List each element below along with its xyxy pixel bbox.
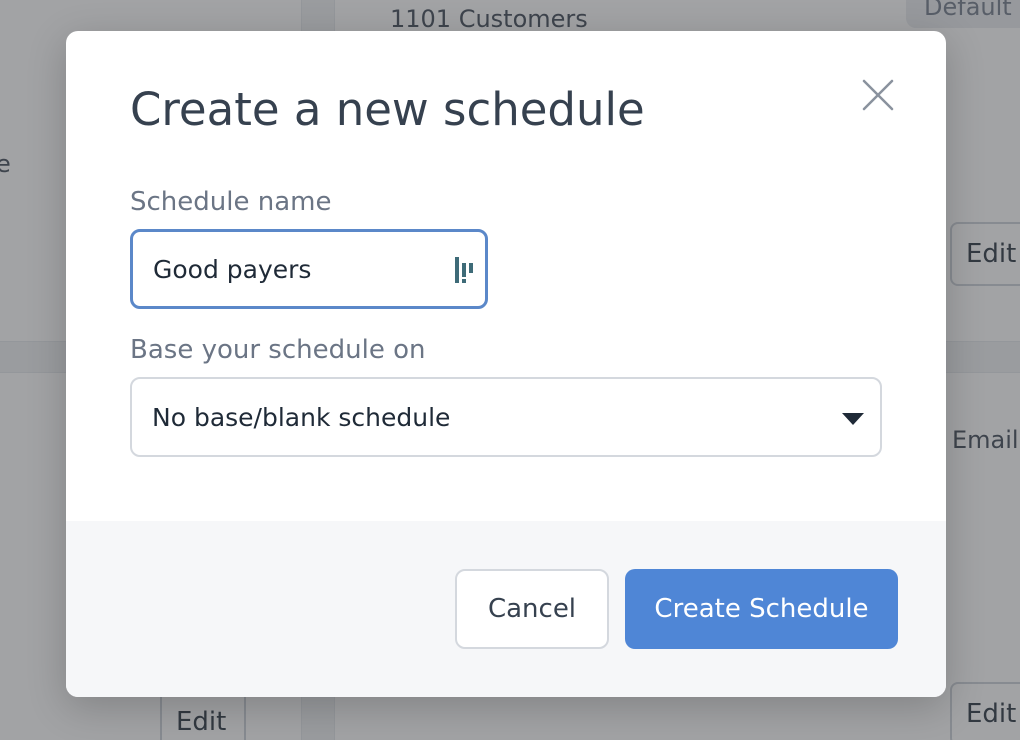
dialog-title: Create a new schedule — [130, 83, 645, 136]
close-button[interactable] — [856, 73, 900, 117]
dialog-footer: Cancel Create Schedule — [66, 521, 946, 697]
create-schedule-dialog: Create a new schedule Schedule name Base… — [66, 31, 946, 697]
close-icon — [862, 79, 894, 111]
schedule-name-field — [130, 229, 488, 309]
autofill-extension-icon[interactable] — [453, 255, 479, 285]
cancel-button[interactable]: Cancel — [455, 569, 609, 649]
base-schedule-selected-value: No base/blank schedule — [152, 402, 451, 432]
create-schedule-button[interactable]: Create Schedule — [625, 569, 898, 649]
base-schedule-label: Base your schedule on — [130, 335, 426, 365]
schedule-name-label: Schedule name — [130, 187, 332, 217]
base-schedule-select[interactable]: No base/blank schedule — [130, 377, 882, 457]
schedule-name-input[interactable] — [133, 232, 485, 306]
caret-down-icon — [842, 413, 864, 425]
